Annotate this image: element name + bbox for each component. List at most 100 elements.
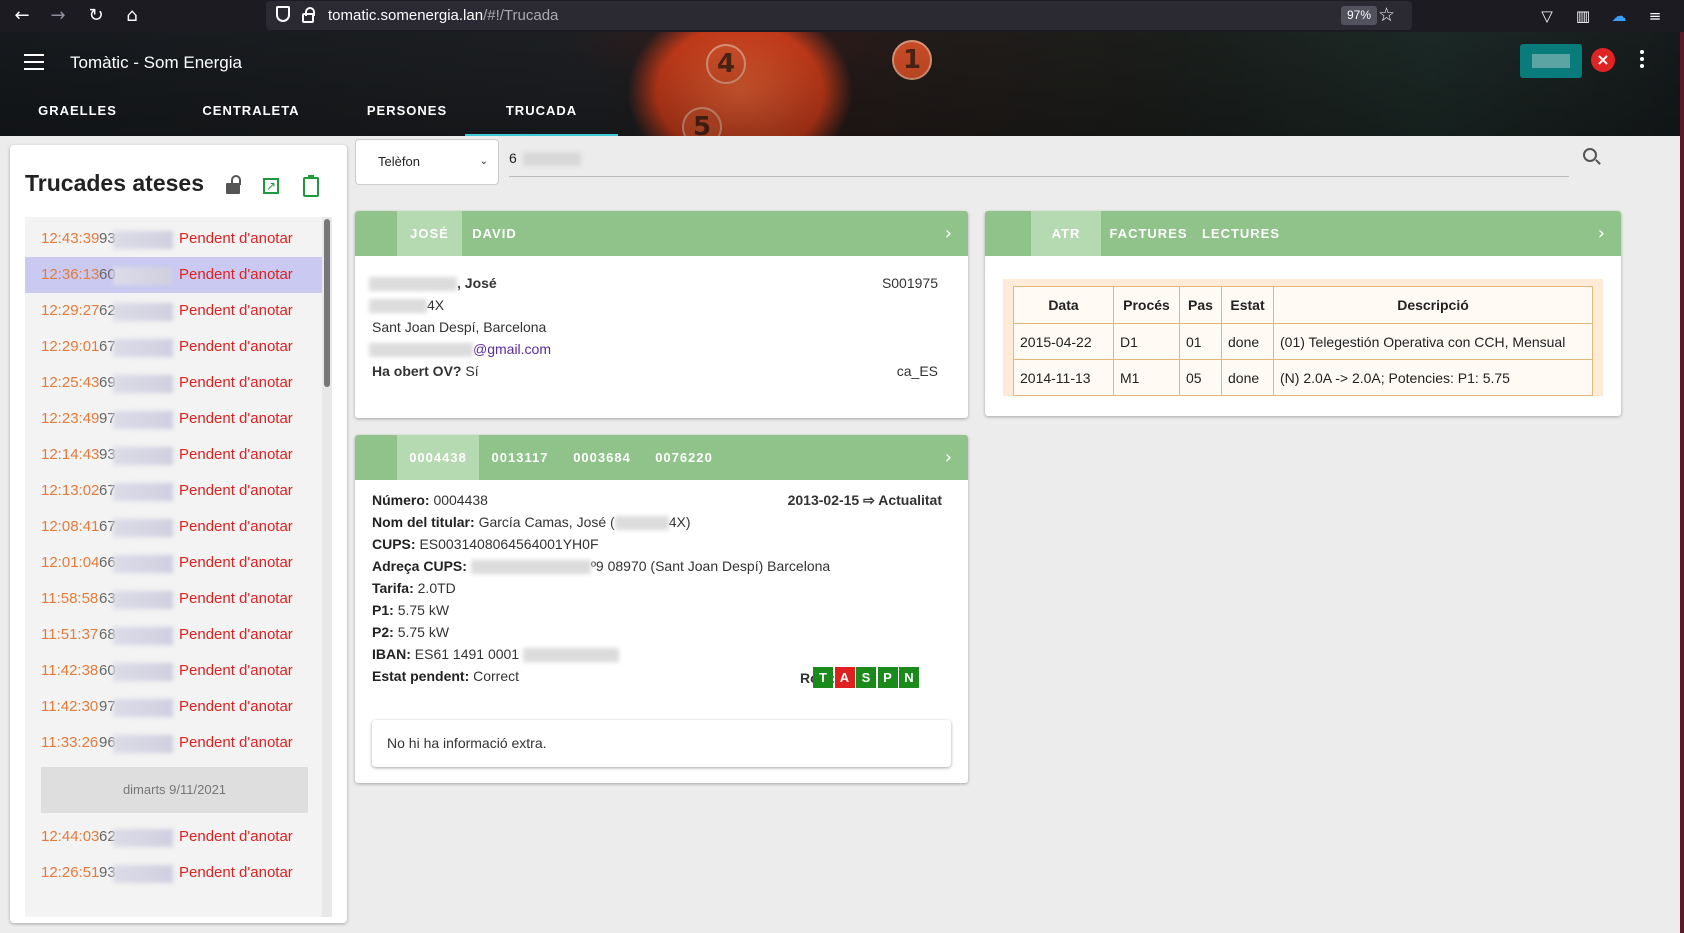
tab-lectures[interactable]: LECTURES [1196,211,1286,256]
scrollbar-thumb[interactable] [324,219,330,387]
role-badge-n: N [899,667,919,688]
redacted-text [113,699,173,717]
tab-contract-0076220[interactable]: 0076220 [643,435,725,480]
call-row[interactable]: 11:42:38 60 Pendent d'anotar [25,653,322,689]
page-scrollbar[interactable] [1680,32,1684,933]
url-text[interactable]: tomatic.somenergia.lan/#!/Trucada [328,7,558,24]
url-path: /#!/Trucada [483,7,559,24]
column-header[interactable]: Pas [1179,286,1222,324]
call-row[interactable]: 12:23:49 97 Pendent d'anotar [25,401,322,437]
call-status[interactable]: Pendent d'anotar [179,855,293,891]
home-icon[interactable]: ⌂ [120,4,144,28]
open-external-icon[interactable]: ↗ [263,178,279,194]
table-row[interactable]: 2014-11-13 M1 05 done (N) 2.0A -> 2.0A; Pote… [1013,359,1593,396]
table-row[interactable]: 2015-04-22 D1 01 done (01) Telegestión Opera… [1013,323,1593,360]
search-field-select[interactable]: Telèfon ⌄ [355,139,499,185]
tab-person-jose[interactable]: JOSÉ [397,211,462,256]
tab-contract-0003684[interactable]: 0003684 [561,435,643,480]
search-input[interactable]: 6 [509,139,1569,177]
column-header[interactable]: Data [1013,286,1114,324]
column-header[interactable]: Procés [1113,286,1180,324]
call-row[interactable]: 12:13:02 67 Pendent d'anotar [25,473,322,509]
call-row[interactable]: 11:33:26 96 Pendent d'anotar [25,725,322,761]
column-header[interactable]: Descripció [1273,286,1593,324]
table-cell: D1 [1113,323,1180,360]
redacted-text [113,411,173,429]
call-status[interactable]: Pendent d'anotar [179,725,293,761]
tab-trucada[interactable]: TRUCADA [465,98,618,136]
forward-icon[interactable]: → [46,4,70,28]
tab-contract-0013117[interactable]: 0013117 [479,435,561,480]
more-vert-icon[interactable] [1640,50,1646,71]
person-email[interactable]: @gmail.com [369,341,551,358]
unlock-icon[interactable] [225,175,245,197]
tab-centraleta[interactable]: CENTRALETA [165,98,337,136]
tracking-shield-icon[interactable] [276,6,290,22]
hamburger-menu-icon[interactable] [24,54,44,70]
redacted-text [113,591,173,609]
call-status[interactable]: Pendent d'anotar [179,509,293,545]
pocket-icon[interactable]: ▽ [1537,6,1557,26]
search-icon[interactable] [1583,148,1597,162]
call-status[interactable]: Pendent d'anotar [179,221,293,257]
call-row[interactable]: 11:58:58 63 Pendent d'anotar [25,581,322,617]
call-row[interactable]: 12:29:27 62 Pendent d'anotar [25,293,322,329]
url-bar[interactable]: tomatic.somenergia.lan/#!/Trucada 97% ☆ [266,1,1412,30]
call-status[interactable]: Pendent d'anotar [179,581,293,617]
call-row[interactable]: 12:26:51 93 Pendent d'anotar [25,855,322,891]
call-status[interactable]: Pendent d'anotar [179,257,293,293]
tab-persones[interactable]: PERSONES [332,98,482,136]
call-status[interactable]: Pendent d'anotar [179,689,293,725]
call-row[interactable]: 12:08:41 67 Pendent d'anotar [25,509,322,545]
call-row[interactable]: 12:29:01 67 Pendent d'anotar [25,329,322,365]
call-row[interactable]: 12:25:43 69 Pendent d'anotar [25,365,322,401]
call-row[interactable]: 12:01:04 66 Pendent d'anotar [25,545,322,581]
call-row[interactable]: 12:43:39 93 Pendent d'anotar [25,221,322,257]
tab-atr[interactable]: ATR [1031,211,1101,256]
column-header[interactable]: Estat [1221,286,1274,324]
call-status[interactable]: Pendent d'anotar [179,545,293,581]
close-icon[interactable]: × [1591,48,1615,72]
chevron-right-icon[interactable]: › [945,435,952,480]
call-status[interactable]: Pendent d'anotar [179,617,293,653]
cloud-icon[interactable]: ☁ [1609,6,1629,26]
call-status[interactable]: Pendent d'anotar [179,653,293,689]
menu-icon[interactable]: ≡ [1645,6,1665,26]
tab-person-david[interactable]: DAVID [462,211,527,256]
calls-list[interactable]: 12:43:39 93 Pendent d'anotar 12:36:13 60 Pend… [25,217,332,917]
call-status[interactable]: Pendent d'anotar [179,437,293,473]
url-domain: tomatic.somenergia.lan [328,7,484,24]
contract-tariff: Tarifa: 2.0TD [372,580,456,596]
chevron-right-icon[interactable]: › [945,211,952,256]
call-status[interactable]: Pendent d'anotar [179,365,293,401]
tab-contract-0004438[interactable]: 0004438 [397,435,479,480]
bookmark-star-icon[interactable]: ☆ [1378,4,1395,26]
chevron-right-icon[interactable]: › [1598,211,1605,256]
reload-icon[interactable]: ↻ [84,4,108,28]
tab-graelles[interactable]: GRAELLES [20,98,135,136]
call-row[interactable]: 12:36:13 60 Pendent d'anotar [25,257,322,293]
call-row[interactable]: 12:14:43 93 Pendent d'anotar [25,437,322,473]
redacted-text [113,663,173,681]
scrollbar[interactable] [322,217,332,917]
user-status-button[interactable] [1520,44,1582,78]
call-status[interactable]: Pendent d'anotar [179,473,293,509]
contract-tabs: 0004438 0013117 0003684 0076220 › [355,435,968,480]
back-icon[interactable]: ← [10,4,34,28]
call-status[interactable]: Pendent d'anotar [179,293,293,329]
call-row[interactable]: 11:42:30 97 Pendent d'anotar [25,689,322,725]
extra-info-box: No hi ha informació extra. [372,720,951,767]
redacted-text [113,555,173,573]
zoom-badge[interactable]: 97% [1341,6,1378,25]
sidebar-icon[interactable]: ▥ [1573,6,1593,26]
clipboard-icon[interactable] [303,175,319,197]
call-status[interactable]: Pendent d'anotar [179,819,293,855]
redacted-text [113,627,173,645]
call-status[interactable]: Pendent d'anotar [179,329,293,365]
call-row[interactable]: 11:51:37 68 Pendent d'anotar [25,617,322,653]
call-row[interactable]: 12:44:03 62 Pendent d'anotar [25,819,322,855]
lock-icon[interactable] [302,7,315,23]
tab-factures[interactable]: FACTURES [1101,211,1196,256]
call-status[interactable]: Pendent d'anotar [179,401,293,437]
redacted-text [113,447,173,465]
